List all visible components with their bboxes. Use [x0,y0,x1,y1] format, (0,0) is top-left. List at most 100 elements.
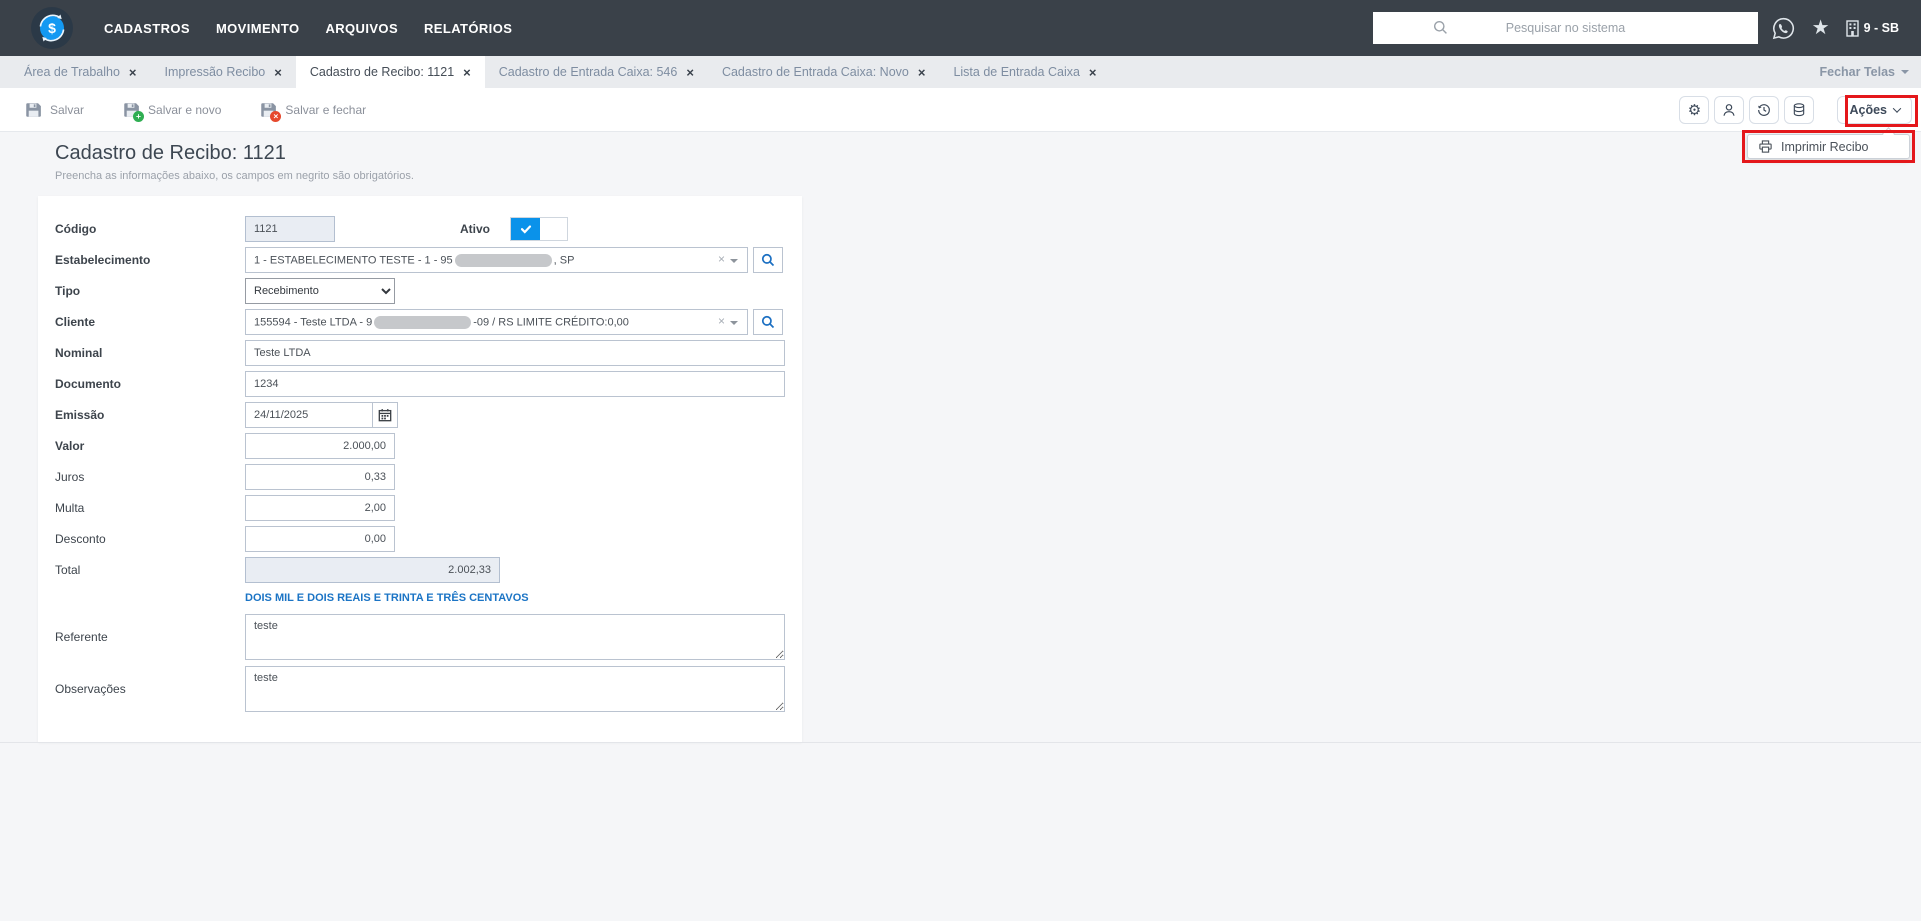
toolbar-right-group: ⚙ Ações [1679,96,1912,124]
tab-label: Lista de Entrada Caixa [953,65,1080,79]
ativo-label: Ativo [460,222,490,236]
save-new-label: Salvar e novo [148,102,222,117]
menu-relatorios[interactable]: RELATÓRIOS [424,21,512,36]
redacted-text [454,253,552,267]
save-and-close-button[interactable]: × Salvar e fechar [259,101,366,122]
row-estabelecimento: Estabelecimento 1 - ESTABELECIMENTO TEST… [55,247,785,273]
close-icon[interactable]: × [918,66,926,79]
row-codigo: Código Ativo [55,216,785,242]
global-search [1373,12,1758,44]
clear-icon[interactable]: × [718,253,725,265]
whatsapp-icon[interactable] [1771,16,1796,41]
search-icon [1434,21,1447,34]
ativo-toggle[interactable] [510,217,568,241]
tab-cadastro-entrada-caixa-546[interactable]: Cadastro de Entrada Caixa: 546 × [485,56,708,88]
search-icon [761,253,775,267]
content-divider [0,742,1921,743]
receipt-form-card: Código Ativo Estabelecimento 1 - ESTABEL… [38,196,802,742]
clear-icon[interactable]: × [718,315,725,327]
close-icon[interactable]: × [1089,66,1097,79]
observacoes-field[interactable]: teste [245,666,785,712]
multa-label: Multa [55,501,85,515]
tab-lista-entrada-caixa[interactable]: Lista de Entrada Caixa × [939,56,1110,88]
nominal-field[interactable] [245,340,785,366]
tab-impressao-recibo[interactable]: Impressão Recibo × [151,56,296,88]
close-icon[interactable]: × [274,66,282,79]
tab-label: Cadastro de Entrada Caixa: 546 [498,65,678,79]
emissao-field[interactable] [245,402,373,428]
menu-arquivos[interactable]: ARQUIVOS [325,21,398,36]
page-title: Cadastro de Recibo: 1121 [55,142,286,164]
emissao-label: Emissão [55,408,105,422]
save-label: Salvar [50,102,85,117]
juros-label: Juros [55,470,85,484]
save-icon [24,101,42,119]
valor-label: Valor [55,439,85,453]
navbar-right: ★ 9 - SB [1771,0,1899,56]
cliente-value: 155594 - Teste LTDA - 9 -09 / RS LIMITE C… [254,315,629,329]
juros-field[interactable] [245,464,395,490]
row-total: Total [55,557,785,583]
search-input[interactable] [1373,12,1758,44]
menu-cadastros[interactable]: CADASTROS [104,21,190,36]
toggle-check-icon [511,218,540,240]
tipo-select[interactable]: Recebimento [245,278,395,304]
documento-field[interactable] [245,371,785,397]
actions-label: Ações [1849,103,1887,117]
tab-cadastro-entrada-caixa-novo[interactable]: Cadastro de Entrada Caixa: Novo × [708,56,940,88]
close-icon[interactable]: × [686,66,694,79]
save-buttons-group: Salvar + Salvar e novo × Salvar e fechar [24,101,366,122]
chevron-down-icon [730,259,738,263]
chevron-down-icon [1892,104,1902,113]
database-button[interactable] [1784,96,1815,124]
tab-area-de-trabalho[interactable]: Área de Trabalho × [10,56,151,88]
desconto-label: Desconto [55,532,106,546]
database-icon [1794,103,1805,117]
close-icon[interactable]: × [129,66,137,79]
documento-label: Documento [55,377,121,391]
multa-field[interactable] [245,495,395,521]
svg-text:$: $ [48,20,56,36]
row-desconto: Desconto [55,526,785,552]
row-emissao: Emissão [55,402,785,428]
codigo-label: Código [55,222,97,236]
row-cliente: Cliente 155594 - Teste LTDA - 9 -09 / RS … [55,309,785,335]
valor-field[interactable] [245,433,395,459]
cliente-select[interactable]: 155594 - Teste LTDA - 9 -09 / RS LIMITE C… [245,309,748,335]
menu-movimento[interactable]: MOVIMENTO [216,21,300,36]
close-screens-button[interactable]: Fechar Telas [1819,56,1909,88]
main-menu: CADASTROS MOVIMENTO ARQUIVOS RELATÓRIOS [104,21,512,36]
cliente-search-button[interactable] [753,309,783,335]
referente-field[interactable]: teste [245,614,785,660]
page-header: Cadastro de Recibo: 1121 Preencha as inf… [55,142,414,182]
redacted-text [374,315,472,329]
total-in-words-row: DOIS MIL E DOIS REAIS E TRINTA E TRÊS CE… [245,588,785,606]
user-button[interactable] [1714,96,1745,124]
row-multa: Multa [55,495,785,521]
estabelecimento-search-button[interactable] [753,247,783,273]
row-valor: Valor [55,433,785,459]
printer-icon [1759,140,1772,153]
codigo-field [245,216,335,242]
save-and-new-button[interactable]: + Salvar e novo [122,101,222,122]
tipo-label: Tipo [55,284,81,298]
close-icon[interactable]: × [463,66,471,79]
calendar-button[interactable] [372,402,398,428]
estabelecimento-select[interactable]: 1 - ESTABELECIMENTO TESTE - 1 - 95, SP × [245,247,748,273]
row-juros: Juros [55,464,785,490]
tab-cadastro-recibo-1121[interactable]: Cadastro de Recibo: 1121 × [295,56,485,88]
favorites-star-icon[interactable]: ★ [1812,18,1830,38]
desconto-field[interactable] [245,526,395,552]
settings-button[interactable]: ⚙ [1679,96,1710,124]
actions-button[interactable]: Ações [1837,96,1912,124]
search-icon [761,315,775,329]
company-badge-label: 9 - SB [1863,21,1899,35]
page-subtitle: Preencha as informações abaixo, os campo… [55,170,414,182]
company-badge[interactable]: 9 - SB [1845,19,1899,37]
history-button[interactable] [1749,96,1780,124]
dollar-sync-icon: $ [31,7,73,49]
save-button[interactable]: Salvar [24,101,84,119]
app-logo: $ [30,6,74,50]
total-field [245,557,500,583]
form-toolbar: Salvar + Salvar e novo × Salvar e fechar… [0,88,1921,132]
